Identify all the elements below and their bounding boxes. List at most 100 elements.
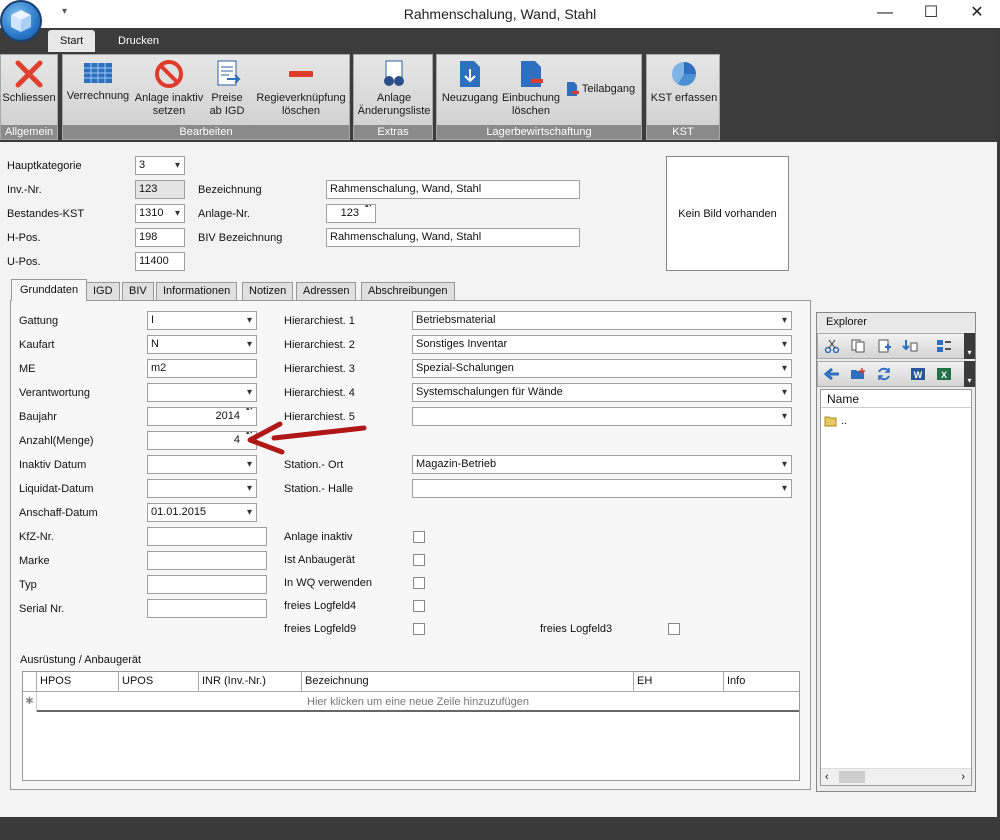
kfz-nr-label: KfZ-Nr. xyxy=(19,531,54,543)
teilabgang-button[interactable]: Teilabgang xyxy=(565,81,641,97)
tab-abschreibungen[interactable]: Abschreibungen xyxy=(361,282,455,300)
anschaff-datum-label: Anschaff-Datum xyxy=(19,507,98,519)
svg-text:X: X xyxy=(941,370,947,380)
new-folder-icon[interactable] xyxy=(850,367,866,381)
column-header-upos[interactable]: UPOS xyxy=(119,672,199,692)
anschaff-datum-picker[interactable]: 01.01.2015 xyxy=(147,503,257,522)
tab-drucken[interactable]: Drucken xyxy=(106,30,171,52)
column-header-info[interactable]: Info xyxy=(724,672,799,692)
inv-nr-label: Inv.-Nr. xyxy=(7,184,42,196)
scroll-left-icon[interactable]: ‹ xyxy=(825,769,829,785)
typ-field[interactable] xyxy=(147,575,267,594)
explorer-column-name[interactable]: Name xyxy=(821,390,971,408)
biv-bezeichnung-label: BIV Bezeichnung xyxy=(198,232,283,244)
hierarchiest-1-select[interactable]: Betriebsmaterial xyxy=(412,311,792,330)
u-pos-label: U-Pos. xyxy=(7,256,41,268)
preise-ab-igd-button[interactable]: Preise ab IGD xyxy=(205,57,249,118)
grid-corner xyxy=(23,672,37,692)
column-header-hpos[interactable]: HPOS xyxy=(37,672,119,692)
copy-icon[interactable] xyxy=(850,339,866,353)
bestandes-kst-select[interactable]: 1310 xyxy=(135,204,185,223)
word-icon[interactable]: W xyxy=(910,367,926,381)
u-pos-field[interactable]: 11400 xyxy=(135,252,185,271)
scroll-thumb[interactable] xyxy=(839,771,865,783)
cut-icon[interactable] xyxy=(824,339,840,353)
quick-access-dropdown-icon[interactable]: ▾ xyxy=(62,6,67,17)
column-header-bezeichnung[interactable]: Bezeichnung xyxy=(302,672,634,692)
tab-biv[interactable]: BIV xyxy=(122,282,154,300)
einbuchung-loeschen-button[interactable]: Einbuchung löschen xyxy=(501,57,561,118)
hierarchiest-4-label: Hierarchiest. 4 xyxy=(284,387,355,399)
close-window-button[interactable]: ✕ xyxy=(954,0,1000,28)
liquidat-datum-picker[interactable] xyxy=(147,479,257,498)
refresh-icon[interactable] xyxy=(876,367,892,381)
anlage-inaktiv-label: Anlage inaktiv xyxy=(284,531,353,543)
move-icon[interactable] xyxy=(902,339,918,353)
tab-grunddaten[interactable]: Grunddaten xyxy=(11,279,88,301)
schliessen-button[interactable]: Schliessen xyxy=(2,57,56,105)
excel-icon[interactable]: X xyxy=(936,367,952,381)
back-arrow-icon[interactable] xyxy=(824,367,840,381)
minus-icon xyxy=(289,71,313,77)
status-bar xyxy=(0,817,1000,840)
tab-adressen[interactable]: Adressen xyxy=(296,282,357,300)
anlage-nr-spinner[interactable]: 123 xyxy=(326,204,376,223)
toolbar-overflow-1[interactable]: ▾ xyxy=(964,333,975,359)
app-menu-button[interactable] xyxy=(0,0,42,42)
verrechnung-button[interactable]: Verrechnung xyxy=(65,57,131,103)
paste-icon[interactable] xyxy=(876,339,892,353)
anlage-aenderungsliste-button[interactable]: Anlage Änderungsliste xyxy=(356,57,432,118)
kfz-nr-field[interactable] xyxy=(147,527,267,546)
scroll-right-icon[interactable]: › xyxy=(961,769,965,785)
toolbar-overflow-2[interactable]: ▾ xyxy=(964,361,975,387)
hierarchiest-5-select[interactable] xyxy=(412,407,792,426)
me-field[interactable]: m2 xyxy=(147,359,257,378)
tab-start[interactable]: Start xyxy=(48,30,96,52)
group-label-bearbeiten: Bearbeiten xyxy=(63,125,349,139)
anlage-inaktiv-setzen-button[interactable]: Anlage inaktiv setzen xyxy=(133,57,205,118)
explorer-hscrollbar[interactable]: ‹ › xyxy=(821,768,971,785)
in-wq-verwenden-label: In WQ verwenden xyxy=(284,577,373,589)
marke-field[interactable] xyxy=(147,551,267,570)
minimize-button[interactable]: — xyxy=(862,0,908,28)
column-header-eh[interactable]: EH xyxy=(634,672,724,692)
verantwortung-select[interactable] xyxy=(147,383,257,402)
explorer-item-parent[interactable]: .. xyxy=(824,413,847,429)
new-row-hint[interactable]: Hier klicken um eine neue Zeile hinzuzuf… xyxy=(37,692,799,712)
h-pos-field[interactable]: 198 xyxy=(135,228,185,247)
kaufart-select[interactable]: N xyxy=(147,335,257,354)
in-wq-verwenden-checkbox[interactable] xyxy=(413,577,425,589)
biv-bezeichnung-field[interactable]: Rahmenschalung, Wand, Stahl xyxy=(326,228,580,247)
hauptkategorie-select[interactable]: 3 xyxy=(135,156,185,175)
marke-label: Marke xyxy=(19,555,50,567)
explorer-toolbar-2: W X xyxy=(817,361,965,387)
explorer-file-list xyxy=(820,389,972,786)
anlage-inaktiv-checkbox[interactable] xyxy=(413,531,425,543)
neuzugang-button[interactable]: Neuzugang xyxy=(439,57,501,105)
maximize-button[interactable]: ☐ xyxy=(908,0,954,28)
hierarchiest-2-select[interactable]: Sonstiges Inventar xyxy=(412,335,792,354)
serial-nr-field[interactable] xyxy=(147,599,267,618)
logfeld9-checkbox[interactable] xyxy=(413,623,425,635)
hierarchiest-3-select[interactable]: Spezial-Schalungen xyxy=(412,359,792,378)
document-arrow-down-icon xyxy=(460,61,480,87)
logfeld4-checkbox[interactable] xyxy=(413,600,425,612)
gattung-select[interactable]: I xyxy=(147,311,257,330)
cube-icon xyxy=(11,10,31,32)
bestandes-kst-label: Bestandes-KST xyxy=(7,208,85,220)
station-halle-select[interactable] xyxy=(412,479,792,498)
bezeichnung-field[interactable]: Rahmenschalung, Wand, Stahl xyxy=(326,180,580,199)
regieverknuepfung-loeschen-button[interactable]: Regieverknüpfung löschen xyxy=(253,57,349,118)
logfeld3-checkbox[interactable] xyxy=(668,623,680,635)
ist-anbaugeraet-checkbox[interactable] xyxy=(413,554,425,566)
tab-informationen[interactable]: Informationen xyxy=(156,282,238,300)
tab-igd[interactable]: IGD xyxy=(86,282,120,300)
tab-notizen[interactable]: Notizen xyxy=(242,282,294,300)
picture-placeholder[interactable]: Kein Bild vorhanden xyxy=(666,156,789,271)
station-halle-label: Station.- Halle xyxy=(284,483,354,495)
view-mode-icon[interactable] xyxy=(936,339,952,353)
station-ort-select[interactable]: Magazin-Betrieb xyxy=(412,455,792,474)
column-header-inr[interactable]: INR (Inv.-Nr.) xyxy=(199,672,302,692)
hierarchiest-4-select[interactable]: Systemschalungen für Wände xyxy=(412,383,792,402)
kst-erfassen-button[interactable]: KST erfassen xyxy=(649,57,719,105)
